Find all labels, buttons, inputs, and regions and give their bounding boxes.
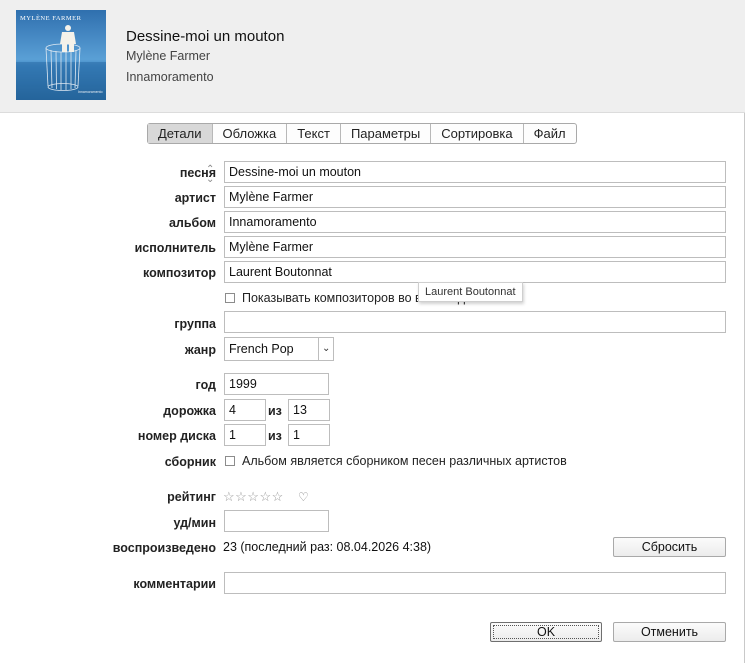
reset-plays-button[interactable]: Сбросить	[613, 537, 726, 557]
album-art-lettering: MYLÈNE FARMER	[20, 14, 82, 22]
disc-of-label: из	[268, 429, 282, 443]
year-field[interactable]: 1999	[224, 373, 329, 395]
genre-select-divider	[318, 338, 319, 360]
sort-arrows-icon[interactable]: ⌃ ⌄	[206, 165, 214, 185]
bpm-field[interactable]	[224, 510, 329, 532]
track-of-label: из	[268, 404, 282, 418]
grouping-label: группа	[174, 317, 216, 331]
comments-label: комментарии	[133, 577, 216, 591]
tab-artwork[interactable]: Обложка	[213, 124, 288, 143]
artist-field[interactable]: Mylène Farmer	[224, 186, 726, 208]
chevron-down-icon[interactable]: ⌄	[322, 338, 330, 360]
compilation-label: сборник	[164, 455, 216, 469]
dialog-header: MYLÈNE FARMER Innamoramento Dessine-moi …	[0, 0, 745, 113]
tab-options[interactable]: Параметры	[341, 124, 432, 143]
genre-select[interactable]: French Pop ⌄	[224, 337, 334, 361]
album-label: альбом	[168, 216, 216, 230]
song-label: песня	[179, 166, 216, 180]
header-track-title: Dessine-moi un mouton	[126, 28, 285, 45]
year-label: год	[195, 378, 216, 392]
album-artist-label: исполнитель	[134, 241, 216, 255]
tab-details[interactable]: Детали	[148, 124, 213, 143]
compilation-checkbox[interactable]	[225, 456, 235, 466]
tab-file[interactable]: Файл	[524, 124, 576, 143]
composer-field[interactable]: Laurent Boutonnat	[224, 261, 726, 283]
song-field[interactable]: Dessine-moi un mouton	[224, 161, 726, 183]
tab-lyrics[interactable]: Текст	[287, 124, 341, 143]
grouping-field[interactable]	[224, 311, 726, 333]
header-track-album: Innamoramento	[126, 70, 214, 84]
album-artist-field[interactable]: Mylène Farmer	[224, 236, 726, 258]
track-info-dialog: MYLÈNE FARMER Innamoramento Dessine-moi …	[0, 0, 745, 663]
disc-label: номер диска	[137, 429, 216, 443]
ok-button[interactable]: OK	[490, 622, 602, 642]
tab-sorting[interactable]: Сортировка	[431, 124, 524, 143]
plays-value: 23 (последний раз: 08.04.2026 4:38)	[223, 540, 432, 554]
comments-field[interactable]	[224, 572, 726, 594]
artist-label: артист	[174, 191, 216, 205]
album-field[interactable]: Innamoramento	[224, 211, 726, 233]
track-number-field[interactable]: 4	[224, 399, 266, 421]
track-total-field[interactable]: 13	[288, 399, 330, 421]
genre-label: жанр	[184, 343, 216, 357]
tab-bar: Детали Обложка Текст Параметры Сортировк…	[147, 123, 577, 144]
compilation-text: Альбом является сборником песен различны…	[242, 454, 567, 468]
disc-number-field[interactable]: 1	[224, 424, 266, 446]
bpm-label: уд/мин	[173, 516, 216, 530]
disc-total-field[interactable]: 1	[288, 424, 330, 446]
show-composers-checkbox[interactable]	[225, 293, 235, 303]
composer-tooltip: Laurent Boutonnat	[418, 282, 523, 302]
svg-text:Innamoramento: Innamoramento	[78, 90, 103, 94]
header-track-artist: Mylène Farmer	[126, 49, 211, 63]
cancel-button[interactable]: Отменить	[613, 622, 726, 642]
album-artwork: MYLÈNE FARMER Innamoramento	[16, 10, 106, 100]
track-label: дорожка	[163, 404, 216, 418]
genre-value: French Pop	[229, 342, 294, 356]
plays-label: воспроизведено	[112, 541, 216, 555]
rating-stars[interactable]: ☆☆☆☆☆	[223, 489, 284, 505]
composer-label: композитор	[143, 266, 216, 280]
rating-label: рейтинг	[167, 490, 216, 504]
love-heart-icon[interactable]: ♡	[298, 490, 309, 504]
